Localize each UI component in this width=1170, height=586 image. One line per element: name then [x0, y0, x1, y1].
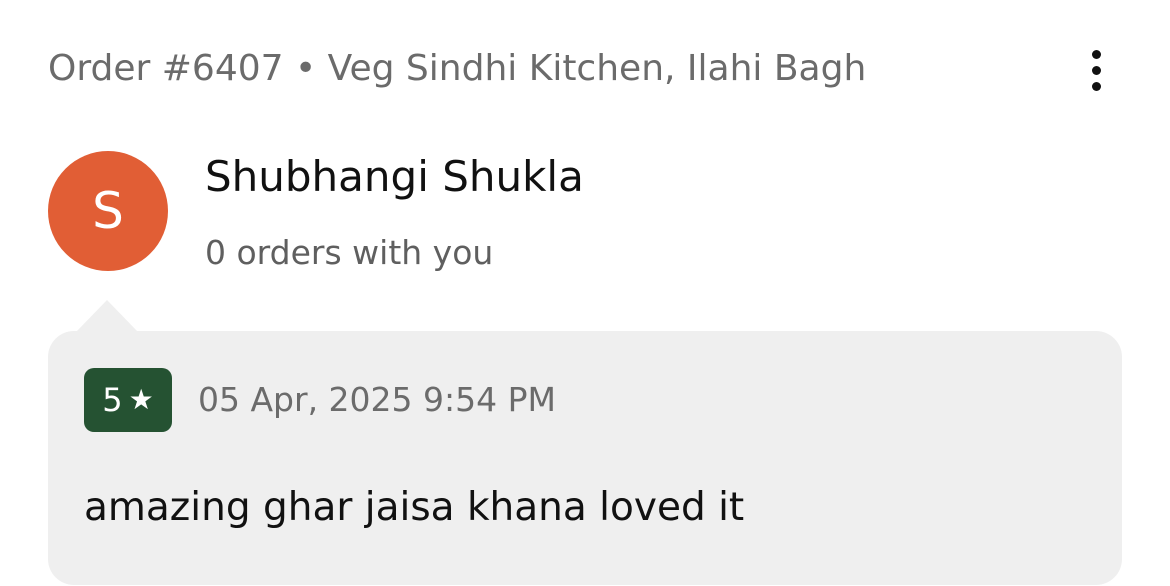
star-icon: ★ [128, 383, 154, 416]
customer-order-count: 0 orders with you [205, 233, 494, 272]
rating-badge: 5 ★ [84, 368, 172, 432]
order-title: Order #6407 • Veg Sindhi Kitchen, Ilahi … [48, 48, 867, 89]
review-text: amazing ghar jaisa khana loved it [84, 485, 745, 530]
rating-value: 5 [102, 381, 123, 419]
review-card-pointer [76, 300, 138, 332]
more-vertical-icon-dot [1091, 81, 1101, 91]
customer-name[interactable]: Shubhangi Shukla [205, 148, 584, 206]
more-vertical-icon [1091, 49, 1101, 59]
more-options-button[interactable] [1078, 44, 1114, 96]
more-vertical-icon-dot [1091, 65, 1101, 75]
review-card: 5 ★ 05 Apr, 2025 9:54 PM amazing ghar ja… [48, 331, 1122, 585]
customer-avatar[interactable]: S [48, 151, 168, 271]
review-date: 05 Apr, 2025 9:54 PM [198, 380, 556, 419]
